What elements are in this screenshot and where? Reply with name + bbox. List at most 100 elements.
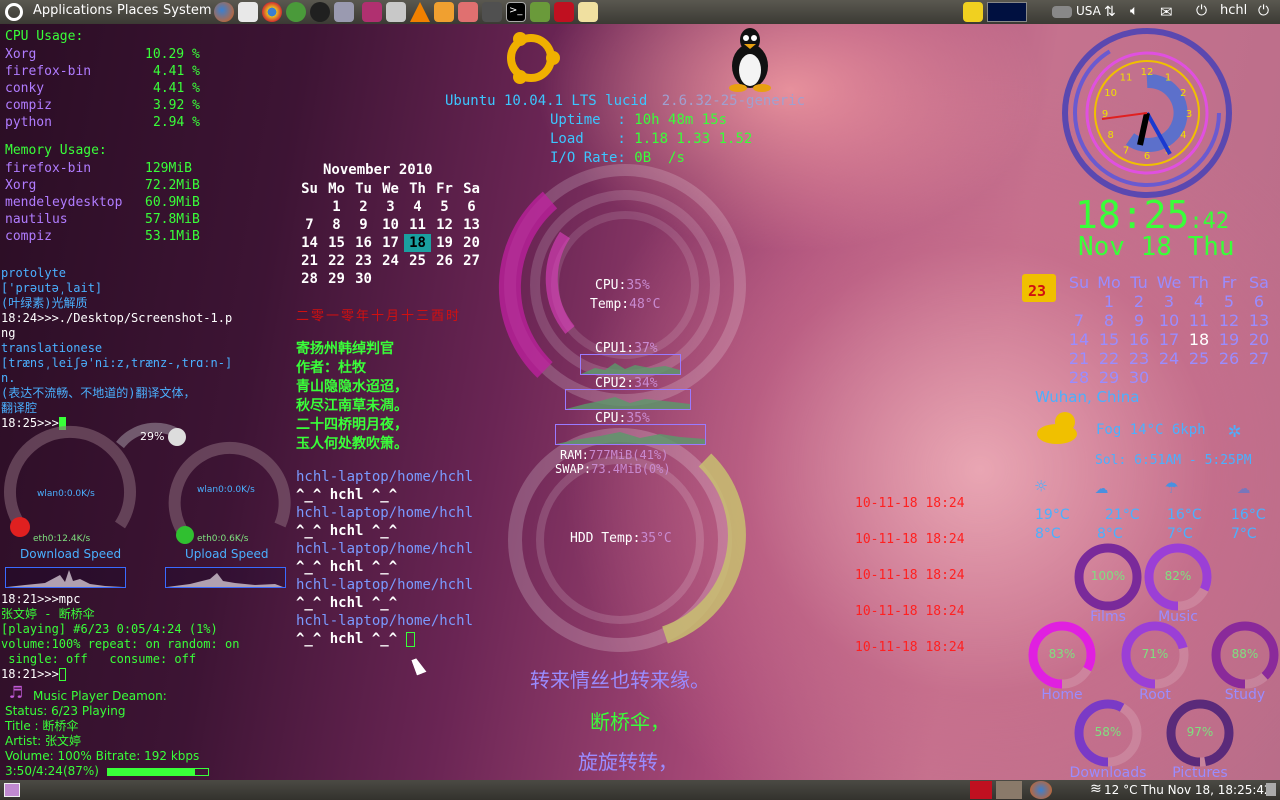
photo-launcher-icon[interactable] [458, 2, 478, 22]
show-desktop-icon[interactable] [4, 783, 20, 797]
terminal-line: [træns͵leiʃə'ni:z,trænz-,trɑːn-] [1, 356, 233, 370]
calendar-week-row: 21 22 23 24 25 26 27 [1064, 349, 1274, 368]
calendar-day: 30 [355, 271, 372, 287]
mendeley-task-icon[interactable] [970, 781, 992, 799]
task-button[interactable] [996, 781, 1022, 799]
clock-number: 8 [1107, 130, 1113, 141]
mpd-artist: Artist: 张文婷 [5, 734, 81, 748]
list-item: firefox-bin 4.41 % [5, 63, 200, 80]
timestamp: 10-11-18 18:24 [855, 496, 965, 511]
temp-value: 48°C [629, 297, 661, 312]
pidgin-launcher-icon[interactable] [286, 2, 306, 22]
music-launcher-icon[interactable] [362, 2, 382, 22]
firefox-launcher-icon[interactable] [214, 2, 234, 22]
calendar-day: 3 [386, 199, 395, 215]
mpd-volume: Volume: 100% Bitrate: 192 kbps [5, 749, 200, 763]
terminal-launcher-icon[interactable]: >_ [506, 2, 526, 22]
timestamp: 10-11-18 18:24 [855, 532, 965, 547]
center-terminal[interactable]: hchl-laptop/home/hchl ^_^ hchl ^_^ hchl-… [296, 468, 473, 648]
temp-row: Temp:48°C [590, 297, 660, 312]
top-panel: Applications Places System >_ USA ⇅ 🔈︎ ✉… [0, 0, 1280, 24]
books-launcher-icon[interactable] [530, 2, 550, 22]
calendar-weekday: Fr [1221, 273, 1237, 292]
weather-indicator-icon[interactable]: ≋ [1090, 781, 1102, 797]
process-value: 60.9MiB [145, 195, 200, 210]
vlc-launcher-icon[interactable] [410, 2, 430, 22]
terminal-prompt: ^_^ hchl ^_^ [296, 559, 398, 575]
terminal-line: n. [1, 371, 16, 385]
calendar-day: 6 [1253, 292, 1265, 311]
dictionary-terminal[interactable]: protolyte ['prəutə͵lait] (叶绿素)光解质 18:24>… [1, 266, 232, 431]
terminal-line: 18:21>>>mpc [1, 592, 81, 606]
keyboard-layout[interactable]: USA [1076, 4, 1101, 18]
terminal-prompt-active[interactable]: ^_^ hchl ^_^ [296, 630, 473, 648]
forecast-high: 21°C [1105, 507, 1140, 523]
calendar-day: 14 [301, 235, 318, 251]
terminal-path: hchl-laptop/home/hchl [296, 577, 474, 593]
process-name: firefox-bin [5, 161, 92, 176]
process-value: 72.2MiB [145, 178, 200, 193]
terminal-timestamps: 10-11-18 18:24 10-11-18 18:24 10-11-18 1… [855, 486, 965, 666]
bottom-status[interactable]: 12 °C Thu Nov 18, 18:25:42 [1104, 783, 1272, 797]
shutdown-icon[interactable]: ⏻ [1258, 3, 1269, 19]
cpu1-graph-fill [581, 363, 680, 374]
contacts-launcher-icon[interactable] [334, 2, 354, 22]
calendar-day: 22 [1098, 349, 1120, 368]
mpc-terminal[interactable]: 18:21>>>mpc 张文婷 - 断桥伞 [playing] #6/23 0:… [1, 592, 239, 682]
calendar-week-row: 28 29 30 [296, 270, 485, 288]
poem-line: 作者：杜牧 [296, 360, 366, 376]
ubuntu-logo-icon[interactable] [5, 3, 23, 21]
hdd-temp-label: HDD Temp: [570, 531, 641, 546]
terminal-prompt: ^_^ hchl ^_^ [296, 595, 398, 611]
terminal-line: [playing] #6/23 0:05/4:24 (1%) [1, 622, 218, 636]
list-item: mendeleydesktop 60.9MiB [5, 194, 200, 211]
terminal-path: hchl-laptop/home/hchl [296, 469, 474, 485]
list-item: python 2.94 % [5, 114, 200, 131]
mail-indicator-icon[interactable]: ✉ [1160, 3, 1173, 21]
system-monitor-graph[interactable] [987, 2, 1027, 22]
calendar-day: 4 [413, 199, 422, 215]
clock-number: 2 [1180, 88, 1186, 99]
calendar-day: 2 [1133, 292, 1145, 311]
process-name: compiz [5, 229, 52, 244]
cpu-usage-title: CPU Usage: [5, 29, 84, 44]
keyboard-icon[interactable] [1052, 6, 1072, 18]
terminal-prompt[interactable]: 18:21>>> [1, 667, 239, 682]
calendar-day: 21 [1068, 349, 1090, 368]
trash-icon[interactable] [1266, 783, 1276, 796]
swap-label: SWAP: [555, 462, 592, 476]
calendar-day: 16 [355, 235, 372, 251]
mendeley-launcher-icon[interactable] [554, 2, 574, 22]
cpu-usage-arc [498, 191, 558, 378]
menu-places[interactable]: Places [117, 3, 158, 18]
chrome-launcher-icon[interactable] [262, 2, 282, 22]
volume-icon[interactable]: 🔈︎ [1130, 3, 1138, 19]
firefox-task-icon[interactable] [1030, 781, 1052, 799]
terminal-line: single: off consume: off [1, 652, 197, 666]
timestamp: 10-11-18 18:24 [855, 604, 965, 619]
menu-system[interactable]: System [163, 3, 211, 18]
qq-launcher-icon[interactable] [310, 2, 330, 22]
terminal-line: ['prəutə͵lait] [1, 281, 103, 295]
network-icon[interactable]: ⇅ [1104, 4, 1116, 20]
calendar-day: 20 [463, 235, 480, 251]
mail-launcher-icon[interactable] [238, 2, 258, 22]
notes-launcher-icon[interactable] [578, 2, 598, 22]
disk-percent-films: 100% [1090, 569, 1126, 583]
edit-notes-icon[interactable] [963, 2, 983, 22]
terminal-cursor [58, 668, 66, 681]
power-icon[interactable]: ⏻ [1196, 3, 1207, 19]
game-launcher-icon[interactable] [482, 2, 502, 22]
poem-line: 秋尽江南草未凋。 [296, 398, 408, 414]
player-launcher-icon[interactable] [386, 2, 406, 22]
ram-row: RAM:777MiB(41%) [560, 448, 668, 462]
load-value: 1.18 1.33 1.52 [634, 131, 753, 147]
menu-applications[interactable]: Applications [33, 3, 112, 18]
disk-percent-pictures: 97% [1186, 725, 1214, 739]
process-value: 3.92 % [153, 98, 200, 113]
emoticon-launcher-icon[interactable] [434, 2, 454, 22]
user-name[interactable]: hchl [1220, 3, 1247, 18]
timestamp: 10-11-18 18:24 [855, 640, 965, 655]
calendar-week-row: 1 2 3 4 5 6 [296, 198, 485, 216]
lunar-date: 二零一零年十月十三酉时 [296, 309, 462, 324]
